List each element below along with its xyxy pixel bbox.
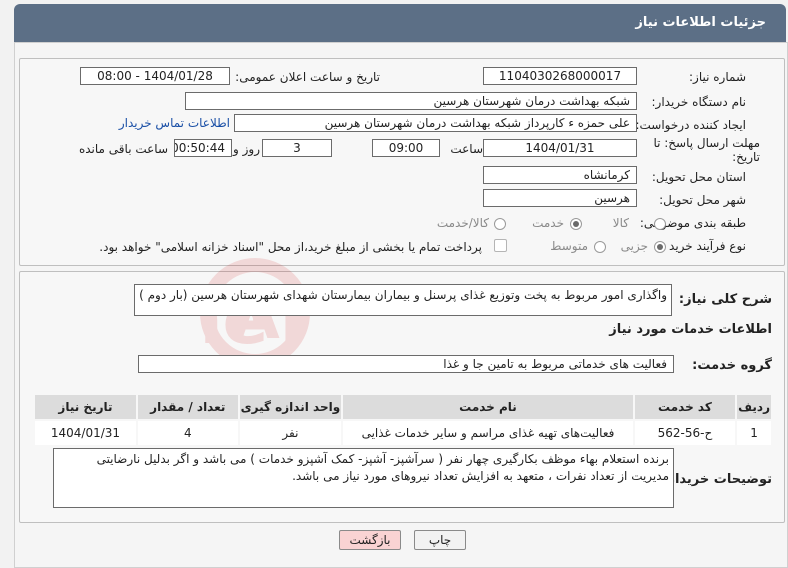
announce-date-label: تاریخ و ساعت اعلان عمومی: xyxy=(235,70,380,84)
page-header: جزئیات اطلاعات نیاز xyxy=(14,4,786,42)
summary-textarea[interactable]: واگذاری امور مربوط به پخت وتوزیع غذای پر… xyxy=(134,284,672,316)
buyer-org-field: شبکه بهداشت درمان شهرستان هرسین xyxy=(185,92,637,110)
buyer-notes-label: توضیحات خریدار: xyxy=(662,472,772,487)
buyer-contact-link[interactable]: اطلاعات تماس خریدار xyxy=(119,116,230,130)
treasury-checkbox[interactable] xyxy=(494,239,507,252)
table-row: 1 ح-56-562 فعالیت‌های تهیه غذای مراسم و … xyxy=(33,419,773,447)
cell-code: ح-56-562 xyxy=(632,419,738,447)
category-option-service: خدمت xyxy=(532,216,564,230)
need-number-field: 1104030268000017 xyxy=(483,67,637,85)
province-label: استان محل تحویل: xyxy=(651,170,746,184)
process-label: نوع فرآیند خرید : xyxy=(661,239,746,253)
col-row: ردیف xyxy=(735,393,773,421)
need-number-label: شماره نیاز: xyxy=(689,70,746,84)
col-qty: تعداد / مقدار xyxy=(135,393,240,421)
deadline-date-field: 1404/01/31 xyxy=(483,139,637,157)
process-option-minor: جزیی xyxy=(620,239,648,253)
remaining-time-label: ساعت باقی مانده xyxy=(78,142,168,156)
category-radio-goods[interactable] xyxy=(654,218,666,230)
process-radio-minor[interactable] xyxy=(654,241,666,253)
buyer-org-label: نام دستگاه خریدار: xyxy=(651,95,747,109)
deadline-hour-label: ساعت xyxy=(450,142,483,156)
service-group-label: گروه خدمت: xyxy=(692,358,772,373)
category-radio-service[interactable] xyxy=(570,218,582,230)
days-field: 3 xyxy=(262,139,332,157)
announce-date-field: 1404/01/28 - 08:00 xyxy=(80,67,230,85)
services-section-title: اطلاعات خدمات مورد نیاز xyxy=(609,322,772,337)
category-radio-goods-service[interactable] xyxy=(494,218,506,230)
creator-label: ایجاد کننده درخواست: xyxy=(635,118,746,132)
cell-name: فعالیت‌های تهیه غذای مراسم و سایر خدمات … xyxy=(341,419,635,447)
back-button[interactable]: بازگشت xyxy=(339,530,401,550)
category-option-goods: کالا xyxy=(612,216,629,230)
col-date: تاریخ نیاز xyxy=(33,393,138,421)
deadline-label: مهلت ارسال پاسخ: تا تاریخ: xyxy=(653,136,760,164)
province-field: کرمانشاه xyxy=(483,166,637,184)
col-code: کد خدمت xyxy=(632,393,738,421)
cell-date: 1404/01/31 xyxy=(33,419,138,447)
city-label: شهر محل تحویل: xyxy=(659,193,746,207)
summary-label: شرح کلی نیاز: xyxy=(678,292,772,307)
buyer-notes-textarea[interactable]: برنده استعلام بهاء موظف بکارگیری چهار نف… xyxy=(53,448,674,508)
services-table: ردیف کد خدمت نام خدمت واحد اندازه گیری ت… xyxy=(33,393,773,447)
treasury-note: پرداخت تمام یا بخشی از مبلغ خرید،از محل … xyxy=(99,240,482,254)
services-table-header: ردیف کد خدمت نام خدمت واحد اندازه گیری ت… xyxy=(33,393,773,421)
days-label: روز و xyxy=(233,142,260,156)
cell-unit: نفر xyxy=(237,419,344,447)
category-option-goods-service: کالا/خدمت xyxy=(436,216,489,230)
page-title: جزئیات اطلاعات نیاز xyxy=(635,15,766,30)
print-button[interactable]: چاپ xyxy=(414,530,466,550)
remaining-time-field: 00:50:44 xyxy=(174,139,232,157)
deadline-hour-field: 09:00 xyxy=(372,139,440,157)
col-name: نام خدمت xyxy=(341,393,635,421)
cell-row: 1 xyxy=(735,419,773,447)
service-group-field: فعالیت های خدماتی مربوط به تامین جا و غذ… xyxy=(138,355,674,373)
cell-qty: 4 xyxy=(135,419,240,447)
col-unit: واحد اندازه گیری xyxy=(237,393,344,421)
process-radio-medium[interactable] xyxy=(594,241,606,253)
city-field: هرسین xyxy=(483,189,637,207)
creator-field: علی حمزه ء کارپرداز شبکه بهداشت درمان شه… xyxy=(234,114,637,132)
process-option-medium: متوسط xyxy=(550,239,588,253)
